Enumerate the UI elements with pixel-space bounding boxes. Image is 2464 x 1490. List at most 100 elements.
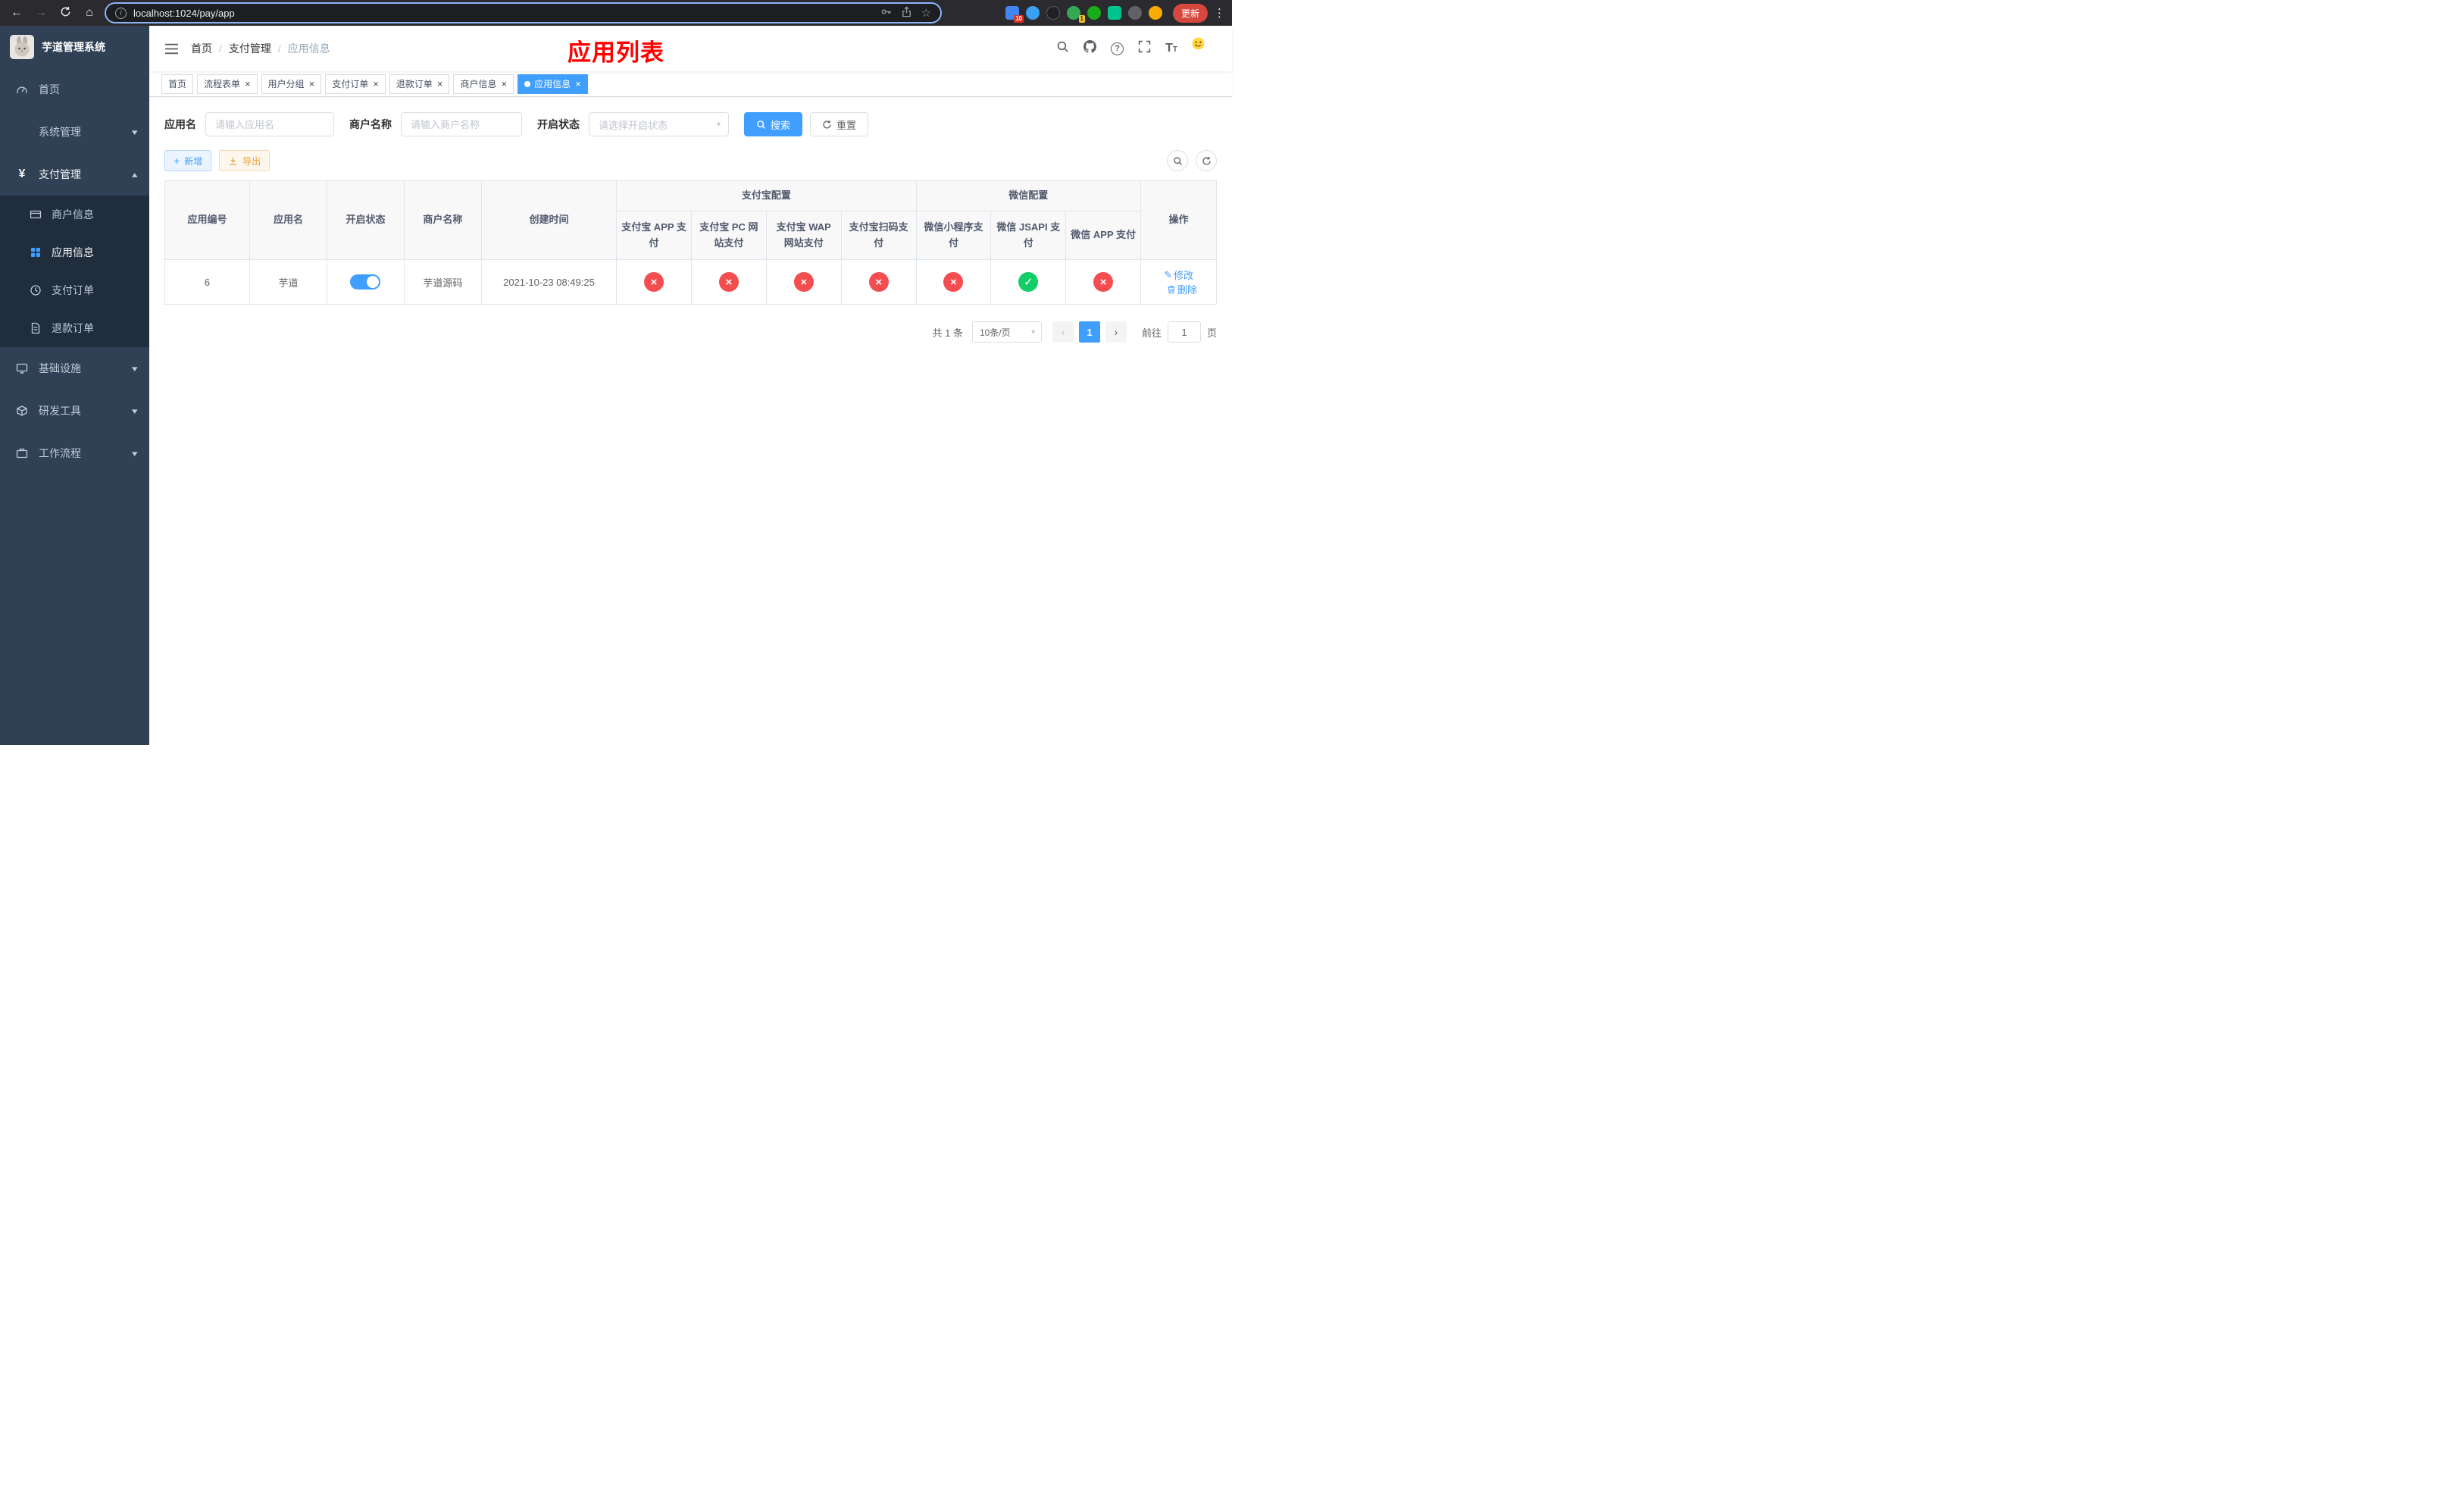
extension-icon[interactable] <box>1087 6 1101 20</box>
password-key-icon[interactable] <box>880 6 892 20</box>
app-table: 应用编号 应用名 开启状态 商户名称 创建时间 支付宝配置 微信配置 操作 支付… <box>164 180 1217 305</box>
tab-app-info[interactable]: 应用信息 × <box>518 74 588 94</box>
fullscreen-icon[interactable] <box>1138 40 1151 57</box>
avatar <box>1192 37 1215 60</box>
status-check-icon: ✓ <box>1018 272 1039 292</box>
sidebar-item-app-info[interactable]: 应用信息 <box>0 233 149 271</box>
header-search-icon[interactable] <box>1056 40 1069 57</box>
extension-icon[interactable] <box>1046 6 1060 20</box>
sidebar-item-label: 基础设施 <box>39 362 81 374</box>
col-header-alipay-app: 支付宝 APP 支付 <box>616 211 692 260</box>
close-icon[interactable]: × <box>245 79 251 89</box>
share-icon[interactable] <box>901 6 912 20</box>
help-icon[interactable]: ? <box>1111 42 1124 55</box>
close-icon[interactable]: × <box>437 79 443 89</box>
plus-icon: + <box>174 155 180 167</box>
browser-menu-icon[interactable]: ⋮ <box>1214 6 1225 20</box>
extension-icon[interactable] <box>1107 6 1121 20</box>
sidebar-item-refund-orders[interactable]: 退款订单 <box>0 309 149 347</box>
browser-chrome: ← → ⌂ i localhost:1024/pay/app ☆ 10 1 更新… <box>0 0 1232 26</box>
cell-alipay-qr: × <box>840 259 917 305</box>
back-icon[interactable]: ← <box>8 4 26 22</box>
yen-icon: ¥ <box>18 167 26 180</box>
tabs-bar: 首页 流程表单 × 用户分组 × 支付订单 × 退款订单 × 商户信息 × 应用… <box>149 71 1232 97</box>
close-icon[interactable]: × <box>501 79 507 89</box>
extension-icon[interactable] <box>1148 6 1162 20</box>
grid-icon <box>29 246 42 258</box>
search-button[interactable]: 搜索 <box>744 112 803 136</box>
page-title: 应用列表 <box>568 39 664 66</box>
sidebar-item-payment-orders[interactable]: 支付订单 <box>0 271 149 309</box>
pagination: 共 1 条 10条/页 ▾ ‹ 1 › 前往 页 <box>164 321 1217 343</box>
url-bar[interactable]: i localhost:1024/pay/app ☆ <box>105 2 942 23</box>
col-group-wechat: 微信配置 <box>915 180 1142 211</box>
page-size-value: 10条/页 <box>979 327 1011 338</box>
app-name-input[interactable] <box>205 112 334 136</box>
cell-merchant: 芋道源码 <box>403 259 482 305</box>
site-info-icon[interactable]: i <box>115 7 127 19</box>
col-header-status: 开启状态 <box>327 180 405 260</box>
sidebar-item-merchant-info[interactable]: 商户信息 <box>0 196 149 233</box>
current-page[interactable]: 1 <box>1078 321 1100 343</box>
close-icon[interactable]: × <box>309 79 315 89</box>
reload-icon[interactable] <box>56 4 74 22</box>
status-select[interactable]: 请选择开启状态 ▾ <box>589 112 729 136</box>
payment-submenu: 商户信息 应用信息 支付订单 退款订单 <box>0 196 149 347</box>
home-icon[interactable]: ⌂ <box>80 4 98 22</box>
delete-link[interactable]: 删除 <box>1167 282 1197 296</box>
merchant-name-input[interactable] <box>401 112 522 136</box>
goto-page-input[interactable] <box>1167 321 1201 343</box>
cell-actions: ✎ 修改 删除 <box>1140 259 1217 305</box>
forward-icon[interactable]: → <box>32 4 50 22</box>
refresh-table-button[interactable] <box>1196 150 1217 171</box>
tab-home[interactable]: 首页 <box>161 74 194 94</box>
font-size-icon[interactable]: TT <box>1165 42 1177 55</box>
close-icon[interactable]: × <box>575 79 581 89</box>
sidebar-item-payment[interactable]: ¥ 支付管理 ▴ <box>0 153 149 196</box>
breadcrumb-payment[interactable]: 支付管理 <box>229 41 271 56</box>
sidebar-item-workflow[interactable]: 工作流程 ▾ <box>0 432 149 474</box>
status-toggle[interactable] <box>350 274 381 290</box>
sidebar-item-dev-tools[interactable]: 研发工具 ▾ <box>0 390 149 432</box>
bookmark-star-icon[interactable]: ☆ <box>921 6 931 20</box>
toggle-search-button[interactable] <box>1167 150 1188 171</box>
browser-update-button[interactable]: 更新 <box>1172 3 1208 23</box>
col-header-app-id: 应用编号 <box>164 180 251 260</box>
breadcrumb-separator: / <box>277 42 281 55</box>
breadcrumb: 首页 / 支付管理 / 应用信息 <box>191 41 330 56</box>
bank-card-icon <box>29 208 42 221</box>
goto-prefix: 前往 <box>1141 327 1162 339</box>
tab-payment-orders[interactable]: 支付订单 × <box>325 74 386 94</box>
reset-button[interactable]: 重置 <box>810 112 869 136</box>
user-avatar[interactable] <box>1192 37 1217 60</box>
status-cross-icon: × <box>718 272 739 292</box>
chevron-down-icon: ▾ <box>132 449 139 459</box>
tab-user-group[interactable]: 用户分组 × <box>261 74 322 94</box>
active-tab-dot <box>524 80 531 87</box>
extension-icon[interactable]: 1 <box>1066 6 1085 23</box>
close-icon[interactable]: × <box>373 79 379 89</box>
next-page-button[interactable]: › <box>1105 321 1127 343</box>
sidebar-toggle-icon[interactable] <box>164 42 179 55</box>
tab-merchant-info[interactable]: 商户信息 × <box>453 74 514 94</box>
prev-page-button[interactable]: ‹ <box>1052 321 1074 343</box>
breadcrumb-home[interactable]: 首页 <box>191 41 212 56</box>
github-icon[interactable] <box>1083 40 1097 57</box>
extension-icon[interactable] <box>1025 6 1040 20</box>
app-name-label: 应用名 <box>164 118 196 130</box>
sidebar-item-system[interactable]: 系统管理 ▾ <box>0 111 149 153</box>
extension-icon[interactable] <box>1127 6 1142 20</box>
extension-icon[interactable]: 10 <box>1005 6 1024 23</box>
add-button[interactable]: + 新增 <box>164 150 212 171</box>
cell-app-name: 芋道 <box>249 259 327 305</box>
search-button-label: 搜索 <box>771 119 791 131</box>
tab-process-form[interactable]: 流程表单 × <box>197 74 258 94</box>
tab-refund-orders[interactable]: 退款订单 × <box>389 74 450 94</box>
sidebar-item-infrastructure[interactable]: 基础设施 ▾ <box>0 347 149 390</box>
clock-order-icon <box>29 284 42 296</box>
page-size-select[interactable]: 10条/页 ▾ <box>971 321 1042 343</box>
export-button[interactable]: 导出 <box>219 150 270 171</box>
sidebar-item-home[interactable]: 首页 <box>0 68 149 111</box>
edit-link[interactable]: ✎ 修改 <box>1164 268 1193 282</box>
cell-alipay-wap: × <box>765 259 842 305</box>
